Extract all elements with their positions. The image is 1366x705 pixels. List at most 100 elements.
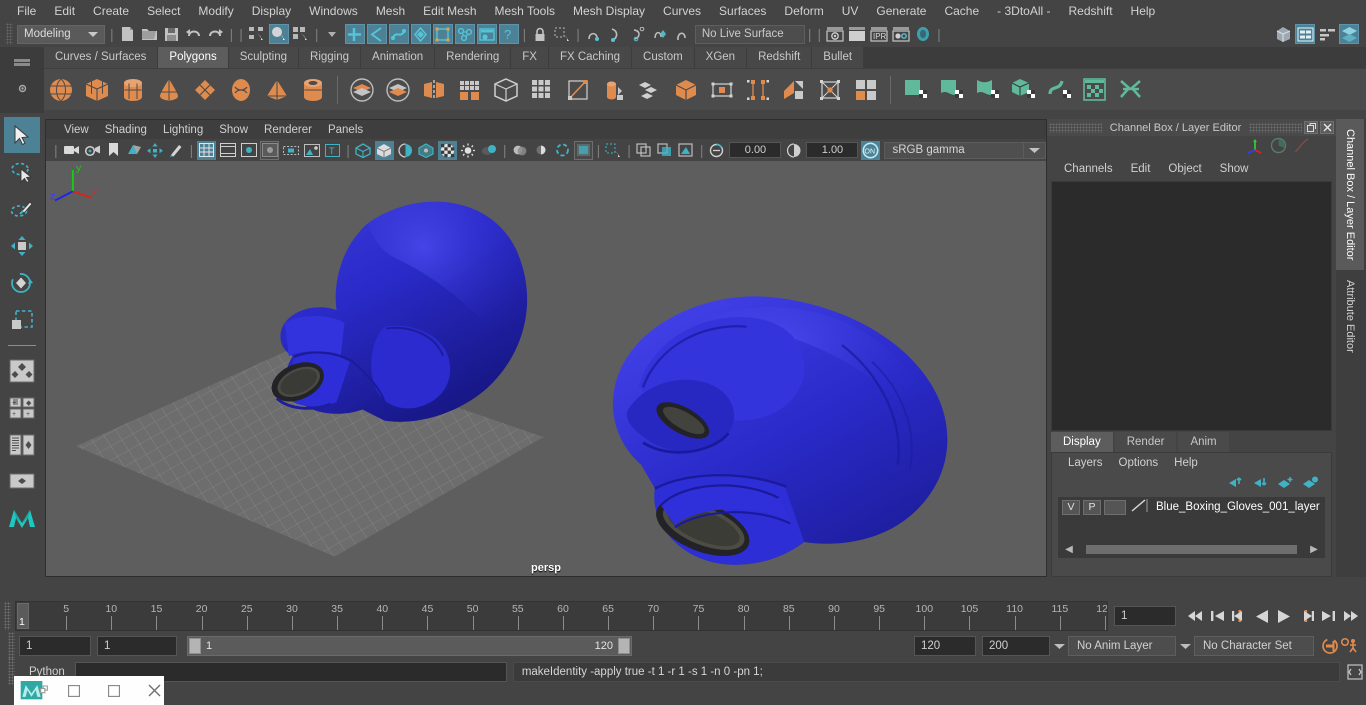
- snap-to-curve-icon[interactable]: [366, 24, 387, 44]
- viewport-menu-renderer[interactable]: Renderer: [256, 123, 320, 137]
- show-hide-tool-settings-icon[interactable]: [1317, 24, 1337, 44]
- shelf-uv-layout-icon[interactable]: [1114, 73, 1148, 107]
- snap-curve-2-icon[interactable]: [606, 24, 626, 44]
- select-tool[interactable]: [4, 117, 40, 153]
- channel-box-menu-show[interactable]: Show: [1211, 162, 1258, 176]
- channel-box-menu-object[interactable]: Object: [1159, 162, 1210, 176]
- single-perspective-layout[interactable]: [4, 464, 40, 500]
- shelf-poly-plane-icon[interactable]: [188, 73, 222, 107]
- manipulator-icon[interactable]: [1246, 137, 1264, 157]
- shelf-poly-reduce-icon[interactable]: [489, 73, 523, 107]
- menu-display[interactable]: Display: [243, 1, 300, 21]
- playback-end-time-field[interactable]: 120: [914, 636, 976, 656]
- step-forward-keyframe-icon[interactable]: [1318, 606, 1338, 626]
- screen-space-ao-icon[interactable]: [511, 141, 530, 160]
- status-line-grip[interactable]: [6, 23, 13, 45]
- gate-mask-icon[interactable]: [260, 140, 280, 160]
- snap-curve-3-icon[interactable]: [628, 24, 648, 44]
- play-forwards-icon[interactable]: [1274, 606, 1294, 626]
- playback-start-time-field[interactable]: 1: [97, 636, 177, 656]
- snap-diamond-icon[interactable]: [650, 24, 670, 44]
- shelf-poly-bridge-icon[interactable]: [849, 73, 883, 107]
- open-scene-icon[interactable]: [140, 24, 160, 44]
- shelf-uv-spherical-map-icon[interactable]: [970, 73, 1004, 107]
- bookmark-icon[interactable]: [104, 141, 123, 160]
- menu-redshift[interactable]: Redshift: [1060, 1, 1122, 21]
- menu-file[interactable]: File: [8, 1, 45, 21]
- hypershade-icon[interactable]: [913, 24, 933, 44]
- menu-set-selector[interactable]: Modeling: [17, 24, 105, 44]
- range-slider-bar[interactable]: 1 120: [187, 636, 632, 656]
- shelf-tab-rigging[interactable]: Rigging: [299, 47, 362, 68]
- shaded-wireframe-icon[interactable]: [396, 141, 415, 160]
- textured-shading-icon[interactable]: [417, 141, 436, 160]
- layer-playback-toggle[interactable]: P: [1083, 499, 1101, 515]
- menu-help[interactable]: Help: [1122, 1, 1165, 21]
- shelf-poly-smooth-icon[interactable]: [453, 73, 487, 107]
- vtab-attribute-editor[interactable]: Attribute Editor: [1336, 270, 1364, 363]
- render-current-frame-icon[interactable]: [825, 24, 845, 44]
- menu-generate[interactable]: Generate: [867, 1, 935, 21]
- layer-row[interactable]: V P Blue_Boxing_Gloves_001_layer: [1058, 497, 1325, 517]
- selection-mask-icon[interactable]: [552, 24, 572, 44]
- gamma-value-field[interactable]: 1.00: [806, 142, 859, 158]
- persp-outliner-layout[interactable]: + ◆ + +: [4, 390, 40, 426]
- show-hide-channel-box-icon[interactable]: [1339, 24, 1359, 44]
- scroll-left-icon[interactable]: ◀: [1064, 544, 1074, 555]
- character-set-select[interactable]: No Character Set: [1194, 636, 1314, 656]
- depth-of-field-icon[interactable]: [573, 140, 593, 160]
- maximize-icon[interactable]: [94, 676, 134, 705]
- pie-icon[interactable]: [1270, 137, 1287, 157]
- shelf-uv-planar-map-icon[interactable]: [898, 73, 932, 107]
- shadows-icon[interactable]: [480, 141, 499, 160]
- render-sequence-icon[interactable]: [847, 24, 867, 44]
- color-management-toggle-icon[interactable]: ON: [861, 140, 881, 160]
- resolution-gate-icon[interactable]: [239, 141, 258, 160]
- step-forward-frame-icon[interactable]: [1296, 606, 1316, 626]
- snap-curve-4-icon[interactable]: [672, 24, 692, 44]
- shelf-tab-xgen[interactable]: XGen: [694, 47, 748, 68]
- menu-3dtoall[interactable]: - 3DtoAll -: [988, 1, 1059, 21]
- channel-box-content-area[interactable]: [1051, 181, 1332, 431]
- color-management-select[interactable]: sRGB gamma: [884, 141, 1025, 159]
- viewport-menu-view[interactable]: View: [56, 123, 97, 137]
- rotate-tool[interactable]: [4, 265, 40, 301]
- shelf-tab-animation[interactable]: Animation: [361, 47, 436, 68]
- go-to-end-icon[interactable]: [1340, 606, 1360, 626]
- viewport-menu-panels[interactable]: Panels: [320, 123, 371, 137]
- shelf-uv-unfold-icon[interactable]: [1042, 73, 1076, 107]
- scroll-thumb[interactable]: [1086, 544, 1297, 554]
- menu-cache[interactable]: Cache: [935, 1, 988, 21]
- wireframe-shading-icon[interactable]: [354, 141, 373, 160]
- shelf-uv-editor-icon[interactable]: [1078, 73, 1112, 107]
- viewport-menu-show[interactable]: Show: [211, 123, 256, 137]
- menu-surfaces[interactable]: Surfaces: [710, 1, 775, 21]
- character-set-chevron-down-icon[interactable]: [1176, 636, 1194, 656]
- shelf-uv-cylindrical-map-icon[interactable]: [934, 73, 968, 107]
- scroll-right-icon[interactable]: ▶: [1309, 544, 1319, 555]
- motion-blur-icon[interactable]: [532, 141, 551, 160]
- shelf-poly-mirror-icon[interactable]: [417, 73, 451, 107]
- use-default-material-icon[interactable]: [437, 140, 457, 160]
- tab-render[interactable]: Render: [1114, 432, 1177, 452]
- shelf-poly-separate-icon[interactable]: [705, 73, 739, 107]
- menu-windows[interactable]: Windows: [300, 1, 367, 21]
- step-back-frame-icon[interactable]: [1230, 606, 1250, 626]
- exposure-icon[interactable]: [302, 141, 321, 160]
- menu-mesh[interactable]: Mesh: [367, 1, 414, 21]
- shelf-poly-booleans-difference-icon[interactable]: [381, 73, 415, 107]
- shelf-poly-combine-icon[interactable]: [669, 73, 703, 107]
- shelf-poly-pyramid-icon[interactable]: [260, 73, 294, 107]
- select-by-object-icon[interactable]: [268, 24, 289, 44]
- menu-mesh-display[interactable]: Mesh Display: [564, 1, 654, 21]
- panel-drag-handle-right[interactable]: [1249, 122, 1302, 133]
- viewport-menu-shading[interactable]: Shading: [97, 123, 155, 137]
- menu-uv[interactable]: UV: [833, 1, 868, 21]
- grease-pencil-icon[interactable]: [167, 141, 186, 160]
- maya-app-icon[interactable]: [14, 676, 54, 705]
- persp-graph-layout[interactable]: [4, 427, 40, 463]
- anim-layer-select[interactable]: No Anim Layer: [1068, 636, 1176, 656]
- viewport-3d-view[interactable]: y z x persp: [46, 161, 1046, 576]
- layer-list-scrollbar[interactable]: ◀ ▶: [1064, 542, 1319, 556]
- animation-end-time-field[interactable]: 200: [982, 636, 1050, 656]
